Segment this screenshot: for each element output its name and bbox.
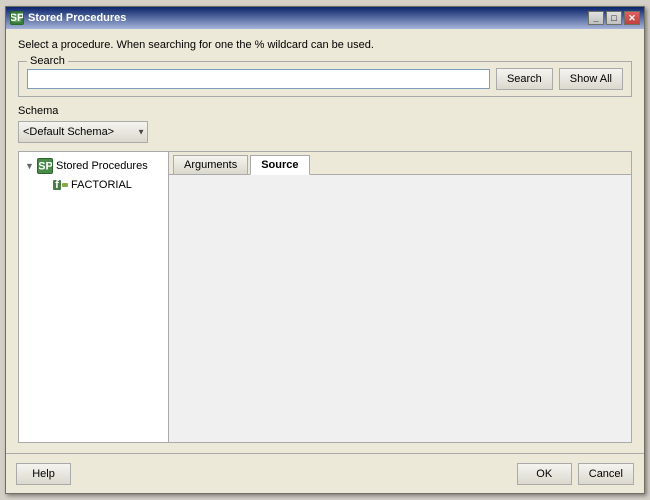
footer: Help OK Cancel [6,453,644,493]
tree-child-node: ▶ f FACTORIAL [39,176,164,194]
show-all-button[interactable]: Show All [559,68,623,90]
tree-root-node[interactable]: ▼ SP Stored Procedures [23,156,164,176]
ok-button[interactable]: OK [517,463,572,485]
svg-text:f: f [55,179,59,191]
maximize-button[interactable]: □ [606,11,622,25]
footer-right-buttons: OK Cancel [517,463,634,485]
instruction-text: Select a procedure. When searching for o… [18,39,632,51]
factorial-icon: f [53,178,69,192]
window-icon: SP [10,11,24,25]
close-button[interactable]: ✕ [624,11,640,25]
tree-factorial-node[interactable]: ▶ f FACTORIAL [39,176,164,194]
tab-source[interactable]: Source [250,155,309,175]
schema-select[interactable]: <Default Schema> [18,121,148,143]
schema-row: Schema <Default Schema> [18,105,632,143]
help-button[interactable]: Help [16,463,71,485]
schema-label: Schema [18,105,632,117]
window-title: Stored Procedures [28,12,588,24]
tabs-row: Arguments Source [169,152,631,175]
main-panel: ▼ SP Stored Procedures ▶ [18,151,632,443]
main-window: SP Stored Procedures _ □ ✕ Select a proc… [5,6,645,494]
titlebar: SP Stored Procedures _ □ ✕ [6,7,644,29]
titlebar-buttons: _ □ ✕ [588,11,640,25]
tree-root-label: Stored Procedures [56,160,148,172]
tab-content-area [169,175,631,442]
search-row: Search Show All [27,68,623,90]
minimize-button[interactable]: _ [588,11,604,25]
stored-procedures-icon: SP [37,158,53,174]
svg-text:SP: SP [11,12,23,24]
tree-panel: ▼ SP Stored Procedures ▶ [19,152,169,442]
tree-expand-icon: ▼ [25,161,35,171]
content-area: Select a procedure. When searching for o… [6,29,644,453]
search-group: Search Search Show All [18,61,632,97]
search-group-label: Search [27,55,68,67]
tree-factorial-label: FACTORIAL [71,179,132,191]
tab-arguments[interactable]: Arguments [173,155,248,175]
schema-select-wrapper: <Default Schema> [18,121,148,143]
search-input[interactable] [27,69,490,89]
cancel-button[interactable]: Cancel [578,463,634,485]
right-panel: Arguments Source [169,152,631,442]
svg-text:SP: SP [39,160,52,172]
search-button[interactable]: Search [496,68,553,90]
